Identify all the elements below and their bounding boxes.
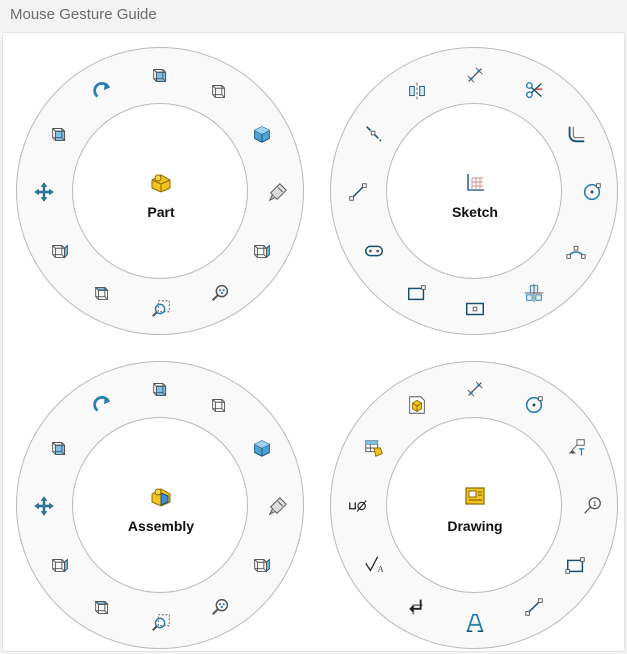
part-gesture-wheel: Part	[16, 47, 304, 335]
assembly-gesture-wheel: Assembly	[16, 361, 304, 649]
title-bar: Mouse Gesture Guide	[0, 0, 627, 32]
circle-icon[interactable]	[581, 181, 603, 203]
front-view-icon[interactable]	[150, 64, 172, 86]
circle-icon[interactable]	[523, 394, 545, 416]
back-view-icon[interactable]	[49, 554, 71, 576]
zoom-to-selection-icon[interactable]	[150, 298, 172, 320]
rotate-view-icon[interactable]	[92, 80, 114, 102]
model-items-icon[interactable]	[406, 394, 428, 416]
wheel-label: Part	[147, 204, 175, 220]
zoom-to-area-icon[interactable]	[209, 596, 231, 618]
left-view-icon[interactable]	[49, 437, 71, 459]
svg-text:A: A	[377, 564, 383, 573]
line-icon[interactable]	[347, 181, 369, 203]
bottom-view-icon[interactable]	[209, 394, 231, 416]
trim-entities-icon[interactable]	[523, 80, 545, 102]
smart-dimension-icon[interactable]	[464, 378, 486, 400]
zoom-to-area-icon[interactable]	[209, 282, 231, 304]
bill-of-materials-icon[interactable]	[363, 437, 385, 459]
sketch-point-icon[interactable]	[523, 282, 545, 304]
svg-text:1: 1	[593, 499, 597, 508]
smart-dimension-icon[interactable]	[464, 64, 486, 86]
pan-icon[interactable]	[33, 495, 55, 517]
sketch-gesture-wheel: Sketch	[330, 47, 618, 335]
alternate-position-icon[interactable]	[406, 596, 428, 618]
surface-finish-icon[interactable]: A	[363, 554, 385, 576]
top-view-icon[interactable]	[92, 282, 114, 304]
hole-callout-icon[interactable]	[347, 495, 369, 517]
isometric-view-icon[interactable]	[251, 437, 273, 459]
left-view-icon[interactable]	[49, 123, 71, 145]
sketch-icon	[463, 170, 487, 194]
sketch-fillet-icon[interactable]	[565, 123, 587, 145]
drawing-gesture-wheel: Drawing 1 A	[330, 361, 618, 649]
zoom-to-fit-icon[interactable]	[267, 495, 289, 517]
isometric-view-icon[interactable]	[251, 123, 273, 145]
right-view-icon[interactable]	[251, 554, 273, 576]
zoom-to-fit-icon[interactable]	[267, 181, 289, 203]
wheel-label: Sketch	[452, 204, 498, 220]
wheel-label: Drawing	[447, 518, 503, 534]
top-view-icon[interactable]	[92, 596, 114, 618]
zoom-to-selection-icon[interactable]	[150, 612, 172, 634]
pan-icon[interactable]	[33, 181, 55, 203]
note-icon[interactable]	[464, 612, 486, 634]
front-view-icon[interactable]	[150, 378, 172, 400]
line-icon[interactable]	[523, 596, 545, 618]
three-point-arc-icon[interactable]	[565, 240, 587, 262]
rectangle-center-icon[interactable]	[464, 298, 486, 320]
centerline-icon[interactable]	[363, 123, 385, 145]
rotate-view-icon[interactable]	[92, 394, 114, 416]
right-view-icon[interactable]	[251, 240, 273, 262]
bottom-view-icon[interactable]	[209, 80, 231, 102]
back-view-icon[interactable]	[49, 240, 71, 262]
wheel-label: Assembly	[127, 518, 195, 534]
corner-rectangle-icon[interactable]	[406, 282, 428, 304]
window-title: Mouse Gesture Guide	[10, 6, 157, 23]
datum-feature-icon[interactable]	[565, 437, 587, 459]
slot-icon[interactable]	[363, 240, 385, 262]
mirror-entities-icon[interactable]	[406, 80, 428, 102]
balloon-icon[interactable]: 1	[581, 495, 603, 517]
drawing-icon	[463, 484, 487, 508]
gesture-panel: Part Sketch Assembly Drawing 1 A	[2, 32, 625, 652]
assembly-icon	[149, 484, 173, 508]
rectangle-icon[interactable]	[565, 554, 587, 576]
part-icon	[149, 170, 173, 194]
